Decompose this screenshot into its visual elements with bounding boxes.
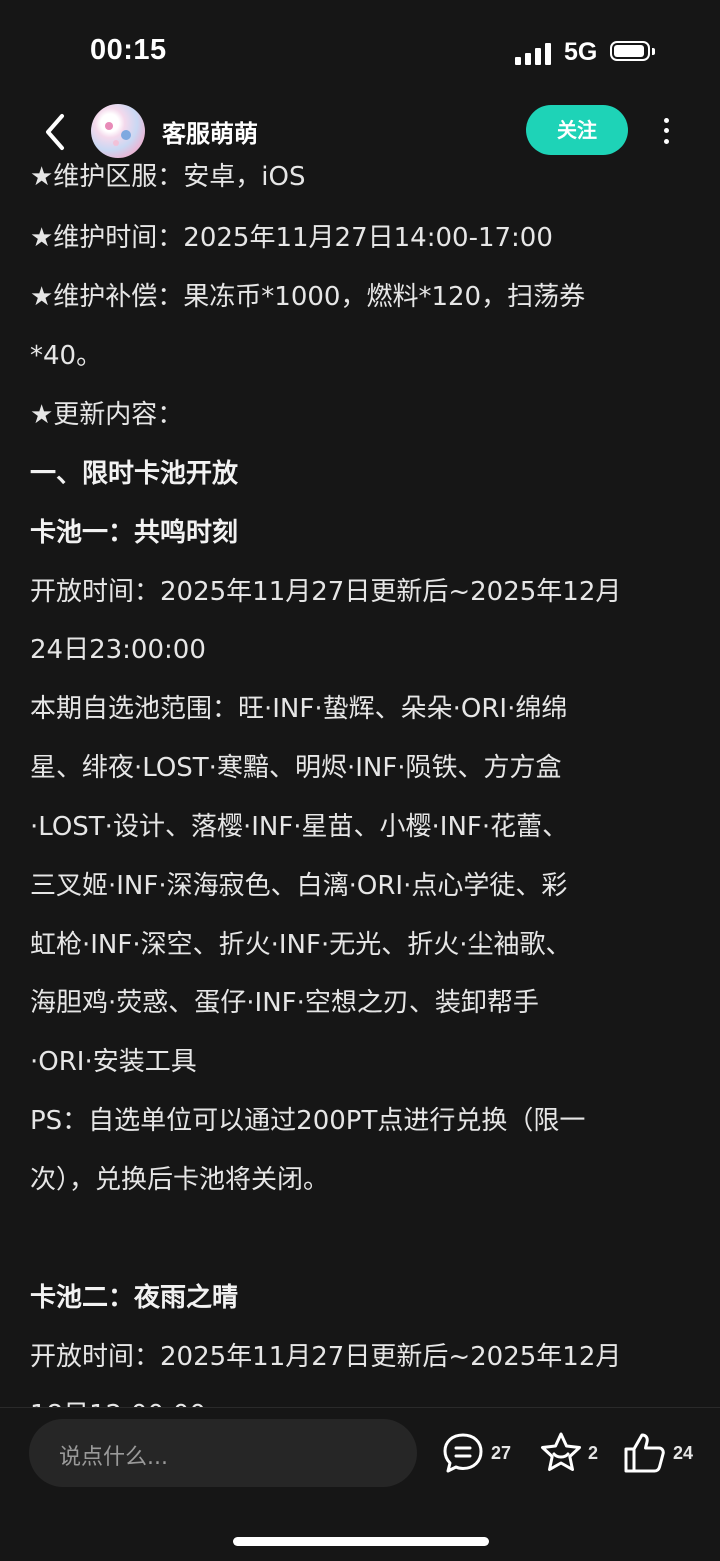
avatar[interactable] (91, 104, 145, 158)
article-line: 虹枪·INF·深空、折火·INF·无光、折火·尘袖歌、 (30, 930, 572, 960)
article-line: ·LOST·设计、落樱·INF·星苗、小樱·INF·花蕾、 (30, 812, 569, 842)
follow-button[interactable]: 关注 (526, 105, 628, 155)
comment-button[interactable]: 27 (440, 1430, 520, 1476)
status-time: 00:15 (90, 34, 167, 66)
article-line: ★维护补偿：果冻币*1000，燃料*120，扫荡券 (30, 282, 586, 312)
section-heading: 卡池二：夜雨之晴 (30, 1283, 239, 1313)
like-count: 24 (673, 1443, 694, 1463)
status-bar: 00:15 5G (0, 0, 720, 100)
article-line: 星、绯夜·LOST·寒黯、明烬·INF·陨铁、方方盒 (30, 753, 562, 783)
article-line: 开放时间：2025年11月27日更新后~2025年12月 (30, 1342, 622, 1372)
like-icon (624, 1433, 665, 1473)
article-line: ★更新内容： (30, 400, 184, 430)
screen: ★维护区服：安卓，iOS ★维护时间：2025年11月27日14:00-17:0… (0, 0, 720, 1561)
network-type: 5G (564, 38, 598, 66)
signal-icon (515, 43, 553, 65)
article-line: *40。 (30, 341, 103, 371)
star-icon (541, 1432, 581, 1471)
more-icon[interactable] (654, 114, 678, 148)
author-name[interactable]: 客服萌萌 (162, 114, 258, 149)
comment-placeholder: 说点什么... (59, 1445, 168, 1470)
comment-count: 27 (491, 1443, 512, 1463)
article-line: 海胆鸡·荧惑、蛋仔·INF·空想之刃、装卸帮手 (30, 988, 539, 1018)
comment-icon (443, 1433, 483, 1473)
favorite-button[interactable]: 2 (538, 1430, 608, 1476)
section-heading: 一、限时卡池开放 (30, 459, 239, 489)
article-line: ·ORI·安装工具 (30, 1047, 197, 1077)
article-line: 次），兑换后卡池将关闭。 (30, 1165, 330, 1195)
article-line: 开放时间：2025年11月27日更新后~2025年12月 (30, 577, 622, 607)
article-line: 24日23:00:00 (30, 635, 206, 665)
article-line: 本期自选池范围：旺·INF·蛰辉、朵朵·ORI·绵绵 (30, 694, 568, 724)
bottom-bar: 说点什么... 27 2 24 (0, 1407, 720, 1561)
nav-bar: 客服萌萌 关注 (0, 100, 720, 162)
article-line: ★维护区服：安卓，iOS (30, 162, 306, 192)
section-heading: 卡池一：共鸣时刻 (30, 518, 239, 548)
article-line: 三叉姬·INF·深海寂色、白漓·ORI·点心学徒、彩 (30, 871, 568, 901)
like-button[interactable]: 24 (622, 1430, 702, 1476)
comment-input[interactable]: 说点什么... (29, 1419, 417, 1487)
favorite-count: 2 (588, 1443, 599, 1463)
battery-icon (610, 41, 655, 63)
home-indicator[interactable] (233, 1537, 489, 1546)
article-line: ★维护时间：2025年11月27日14:00-17:00 (30, 223, 553, 253)
article-line: PS：自选单位可以通过200PT点进行兑换（限一 (30, 1106, 586, 1136)
back-icon[interactable] (38, 112, 72, 152)
